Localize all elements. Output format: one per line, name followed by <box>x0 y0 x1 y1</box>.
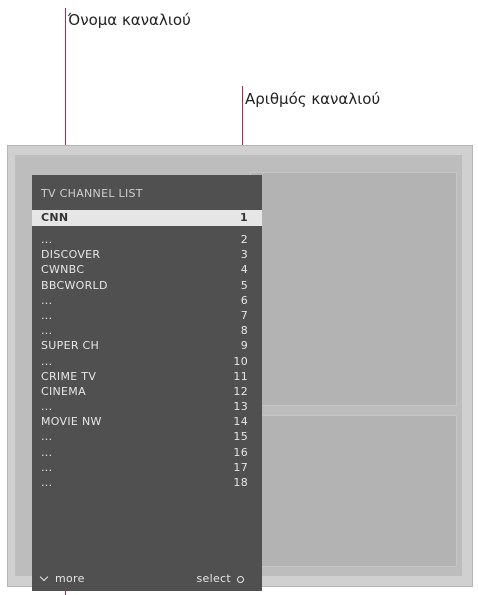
channel-row[interactable]: ... 2 <box>32 232 262 247</box>
channel-row[interactable]: ... 7 <box>32 308 262 323</box>
channel-name: ... <box>41 308 53 322</box>
channel-row[interactable]: CINEMA 12 <box>32 384 262 399</box>
menu-title: TV CHANNEL LIST <box>41 187 143 200</box>
channel-number: 13 <box>233 400 248 414</box>
channel-row[interactable]: CRIME TV 11 <box>32 369 262 384</box>
channel-name: CWNBC <box>41 263 85 277</box>
more-label: more <box>55 572 85 585</box>
select-label: select <box>196 572 231 585</box>
more-button[interactable]: more <box>39 570 85 588</box>
channel-number-callout-label: Αριθμός καναλιού <box>245 90 381 108</box>
channel-number: 11 <box>233 369 248 383</box>
channel-name: DISCOVER <box>41 248 101 262</box>
channel-name-callout-label: Όνομα καναλιού <box>68 11 191 29</box>
channel-name: ... <box>41 430 53 444</box>
background-panel-top <box>250 172 457 406</box>
channel-name: ... <box>41 476 53 489</box>
channel-row[interactable]: MOVIE NW 14 <box>32 414 262 429</box>
channel-number: 6 <box>240 293 248 307</box>
channel-number: 17 <box>233 460 248 474</box>
channel-row-selected[interactable]: CNN 1 <box>32 210 262 226</box>
channel-name: ... <box>41 460 53 474</box>
channel-row[interactable]: DISCOVER 3 <box>32 247 262 262</box>
channel-row[interactable]: ... 18 <box>32 475 262 490</box>
channel-number: 9 <box>240 339 248 353</box>
channel-row[interactable]: CWNBC 4 <box>32 262 262 277</box>
channel-name: ... <box>41 445 53 459</box>
channel-number: 10 <box>233 354 248 368</box>
channel-number: 7 <box>240 308 248 322</box>
chevron-down-icon <box>39 572 49 582</box>
channel-name: CINEMA <box>41 384 86 398</box>
channel-row[interactable]: ... 6 <box>32 293 262 308</box>
channel-number: 14 <box>233 415 248 429</box>
channel-row[interactable]: ... 13 <box>32 399 262 414</box>
channel-name: CRIME TV <box>41 369 97 383</box>
menu-footer: more select <box>32 570 262 588</box>
channel-name: SUPER CH <box>41 339 100 353</box>
channel-row[interactable]: ... 17 <box>32 460 262 475</box>
channel-number: 5 <box>240 278 248 292</box>
circle-select-icon <box>237 576 244 583</box>
channel-name: CNN <box>41 211 69 224</box>
channel-number: 8 <box>240 324 248 338</box>
channel-row[interactable]: ... 16 <box>32 445 262 460</box>
channel-row[interactable]: ... 15 <box>32 429 262 444</box>
channel-name: ... <box>41 354 53 368</box>
channel-number: 16 <box>233 445 248 459</box>
channel-number: 15 <box>233 430 248 444</box>
channel-name: ... <box>41 400 53 414</box>
channel-number: 3 <box>240 248 248 262</box>
tv-channel-list-menu: TV CHANNEL LIST CNN 1 ... 2 DISCOVER 3 CWN… <box>32 175 262 591</box>
channel-row[interactable]: BBCWORLD 5 <box>32 278 262 293</box>
channel-row[interactable]: ... 10 <box>32 354 262 369</box>
select-button[interactable]: select <box>197 570 244 588</box>
channel-name: ... <box>41 293 53 307</box>
channel-number: 12 <box>233 384 248 398</box>
channel-name: BBCWORLD <box>41 278 108 292</box>
channel-row[interactable]: ... 8 <box>32 323 262 338</box>
channel-number: 4 <box>240 263 248 277</box>
channel-number: 1 <box>240 211 248 224</box>
channel-list: CNN 1 ... 2 DISCOVER 3 CWNBC 4 BBCWORLD 5 ..… <box>32 210 262 490</box>
channel-name: ... <box>41 233 53 246</box>
channel-row[interactable]: SUPER CH 9 <box>32 338 262 353</box>
channel-number: 18 <box>233 476 248 489</box>
channel-name: MOVIE NW <box>41 415 102 429</box>
channel-name: ... <box>41 324 53 338</box>
channel-number: 2 <box>240 233 248 246</box>
background-panel-bottom <box>250 415 457 567</box>
